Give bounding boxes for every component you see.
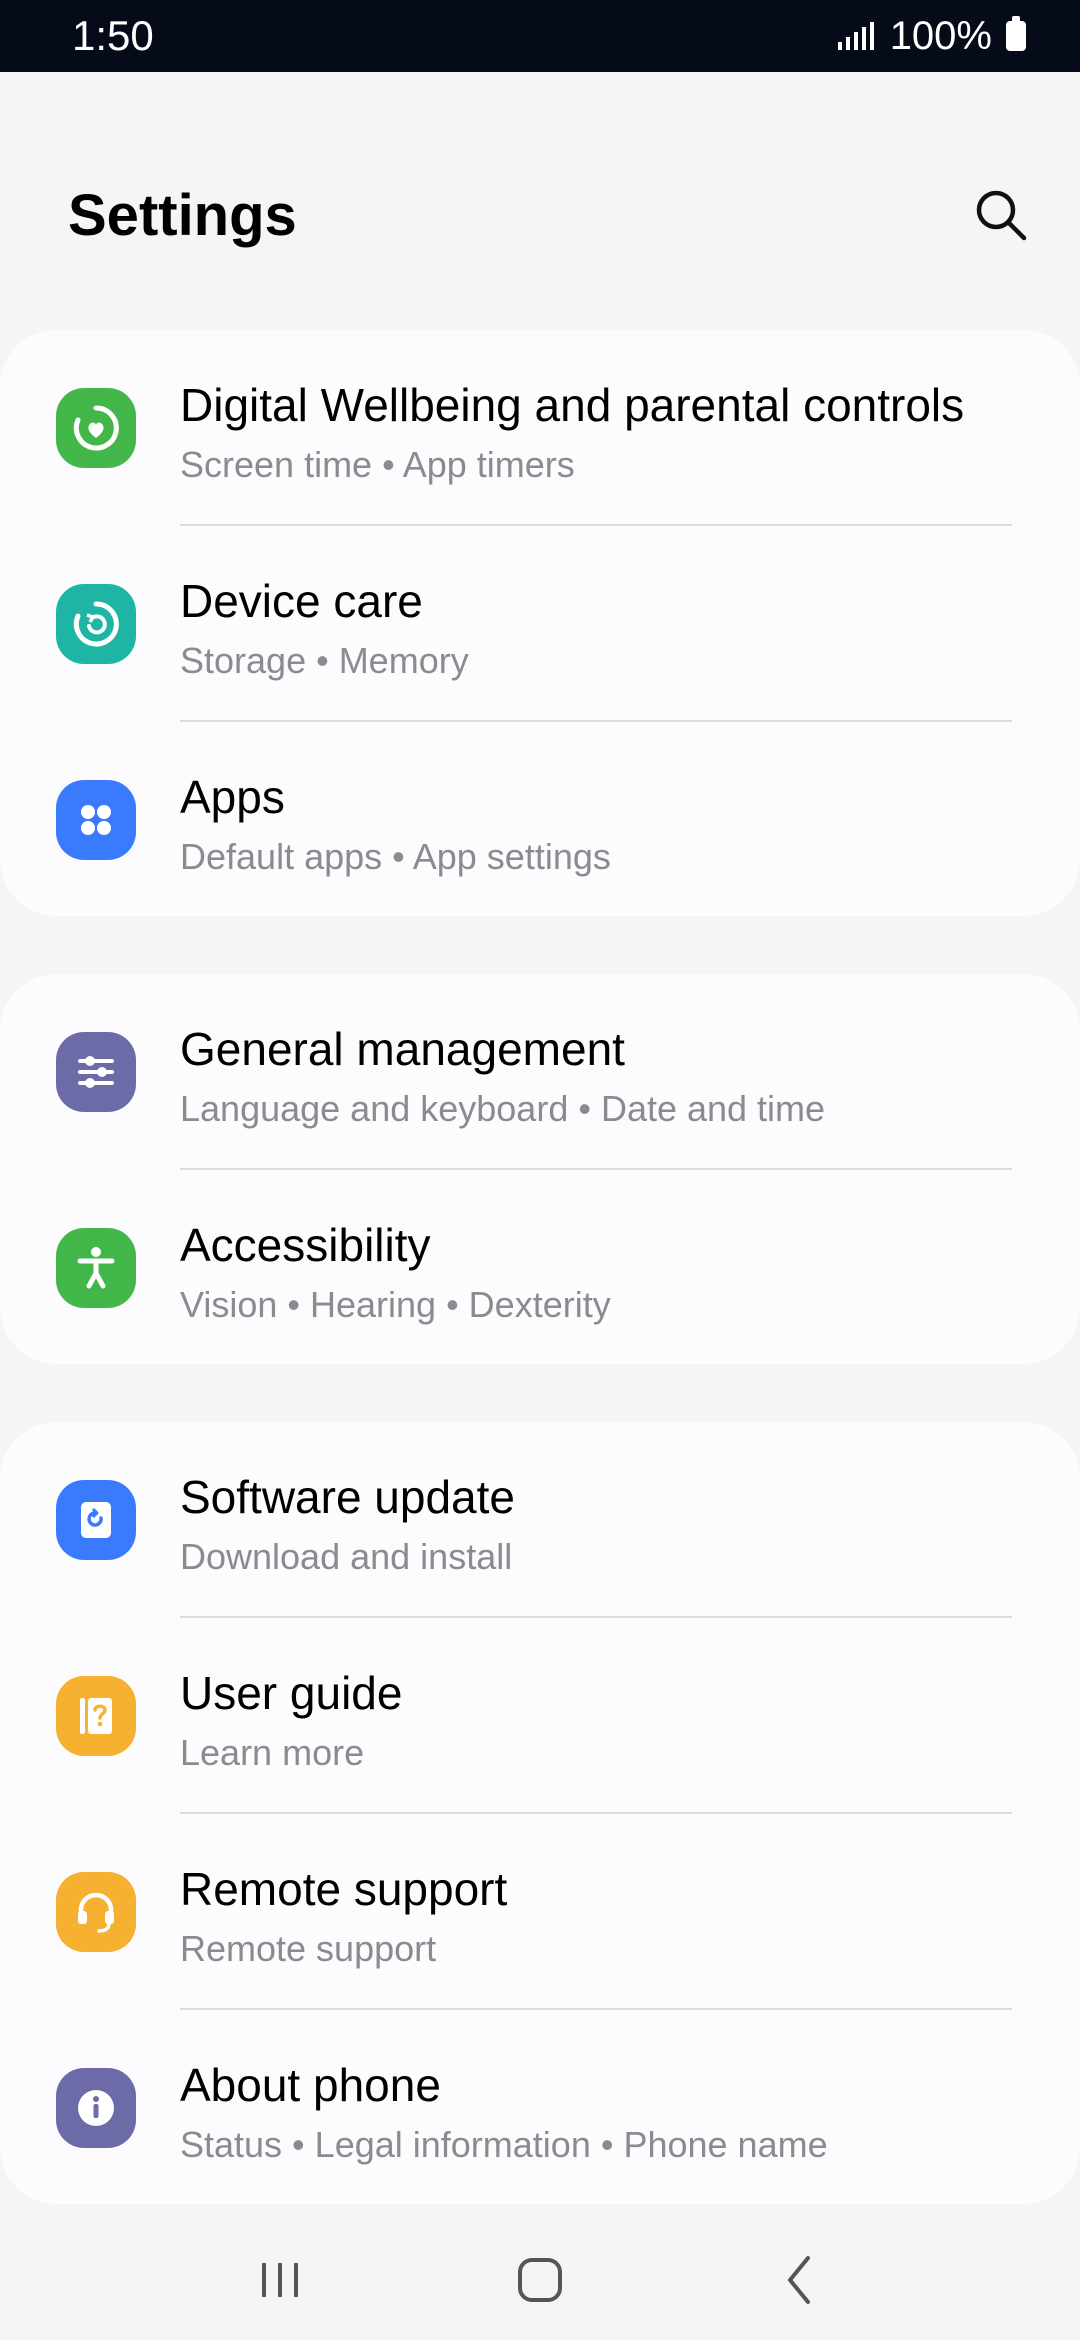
item-title: Accessibility xyxy=(180,1219,431,1271)
battery-icon xyxy=(1006,16,1026,51)
software-update-icon xyxy=(56,1480,136,1560)
back-icon xyxy=(788,2256,810,2304)
item-title: User guide xyxy=(180,1667,403,1719)
apps-icon xyxy=(56,780,136,860)
settings-group-1: Digital Wellbeing and parental controls … xyxy=(0,330,1080,916)
device-care-icon xyxy=(56,584,136,664)
header: Settings xyxy=(0,150,1080,280)
item-title: Apps xyxy=(180,771,285,823)
software-update-item[interactable]: Software update Download and install xyxy=(0,1422,1080,1618)
item-subtitle: Remote support xyxy=(180,1928,437,1969)
recents-icon xyxy=(262,2263,298,2297)
apps-item[interactable]: Apps Default apps • App settings xyxy=(0,722,1080,918)
status-bar: 1:50 100% xyxy=(0,0,1080,72)
status-indicators: 100% xyxy=(837,13,1026,59)
item-title: Software update xyxy=(180,1471,516,1523)
remote-support-item[interactable]: Remote support Remote support xyxy=(0,1814,1080,2010)
item-subtitle: Storage • Memory xyxy=(180,640,469,681)
status-time: 1:50 xyxy=(72,12,154,59)
device-care-item[interactable]: Device care Storage • Memory xyxy=(0,526,1080,722)
back-button[interactable] xyxy=(750,2235,850,2325)
home-button[interactable] xyxy=(490,2235,590,2325)
search-button[interactable] xyxy=(966,180,1036,250)
user-guide-icon xyxy=(56,1676,136,1756)
item-title: Remote support xyxy=(180,1863,508,1915)
headset-icon xyxy=(56,1872,136,1952)
digital-wellbeing-icon xyxy=(56,388,136,468)
sliders-icon xyxy=(56,1032,136,1112)
page-title: Settings xyxy=(68,182,297,248)
battery-percentage: 100% xyxy=(889,13,992,58)
item-subtitle: Status • Legal information • Phone name xyxy=(180,2124,828,2165)
item-subtitle: Download and install xyxy=(180,1536,513,1577)
user-guide-item[interactable]: User guide Learn more xyxy=(0,1618,1080,1814)
item-subtitle: Screen time • App timers xyxy=(180,444,575,485)
about-phone-item[interactable]: About phone Status • Legal information •… xyxy=(0,2010,1080,2206)
item-subtitle: Vision • Hearing • Dexterity xyxy=(180,1284,611,1325)
item-subtitle: Language and keyboard • Date and time xyxy=(180,1088,826,1129)
accessibility-item[interactable]: Accessibility Vision • Hearing • Dexteri… xyxy=(0,1170,1080,1366)
item-subtitle: Default apps • App settings xyxy=(180,836,611,877)
item-title: Device care xyxy=(180,575,423,627)
digital-wellbeing-item[interactable]: Digital Wellbeing and parental controls … xyxy=(0,330,1080,526)
settings-group-3: Software update Download and install Use… xyxy=(0,1422,1080,2204)
info-icon xyxy=(56,2068,136,2148)
item-subtitle: Learn more xyxy=(180,1732,365,1773)
navigation-bar xyxy=(0,2220,1080,2340)
item-title: General management xyxy=(180,1023,625,1075)
item-title: About phone xyxy=(180,2059,441,2111)
home-icon xyxy=(518,2258,562,2302)
item-title: Digital Wellbeing and parental controls xyxy=(180,379,965,431)
search-icon xyxy=(976,190,1027,241)
recents-button[interactable] xyxy=(230,2235,330,2325)
settings-group-2: General management Language and keyboard… xyxy=(0,974,1080,1364)
general-management-item[interactable]: General management Language and keyboard… xyxy=(0,974,1080,1170)
accessibility-icon xyxy=(56,1228,136,1308)
signal-icon xyxy=(837,22,874,50)
